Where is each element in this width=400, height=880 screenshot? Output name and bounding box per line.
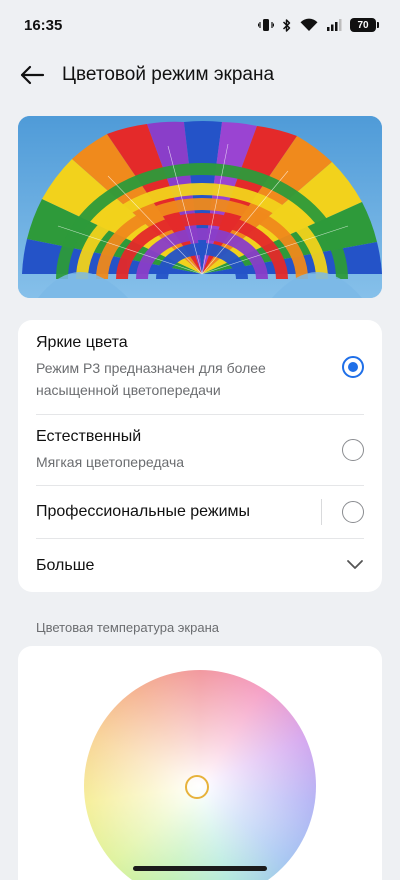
color-wheel-handle[interactable] [185,775,209,799]
mode-title: Профессиональные режимы [36,503,251,520]
vertical-separator [321,499,322,525]
radio-professional[interactable] [342,501,364,523]
mode-subtitle: Мягкая цветопередача [36,454,185,470]
header: Цветовой режим экрана [0,50,400,100]
preview-image [18,116,382,298]
back-arrow-icon [20,65,45,85]
more-label: Больше [36,556,95,574]
back-button[interactable] [18,61,46,89]
mode-title: Яркие цвета [36,334,128,351]
radio-natural[interactable] [342,439,364,461]
status-icons: 70 [258,18,379,33]
home-indicator[interactable] [133,866,267,871]
mode-option-vivid-text: Яркие цвета Режим P3 предназначен для бо… [36,333,342,401]
color-mode-card: Яркие цвета Режим P3 предназначен для бо… [18,320,382,592]
section-label-temperature: Цветовая температура экрана [36,620,219,635]
color-temperature-card [18,646,382,880]
mode-option-natural[interactable]: Естественный Мягкая цветопередача [18,415,382,485]
more-row[interactable]: Больше [18,539,382,592]
radio-vivid[interactable] [342,356,364,378]
signal-icon [326,18,342,32]
status-time: 16:35 [24,16,63,34]
mode-option-natural-text: Естественный Мягкая цветопередача [36,427,342,473]
vibrate-icon [258,18,274,32]
mode-subtitle: Режим P3 предназначен для более насыщенн… [36,360,266,398]
page-title: Цветовой режим экрана [62,64,275,85]
color-wheel[interactable] [84,670,316,880]
mode-option-vivid[interactable]: Яркие цвета Режим P3 предназначен для бо… [18,320,382,414]
mode-title: Естественный [36,428,142,445]
mode-option-professional[interactable]: Профессиональные режимы [18,486,382,538]
status-bar: 16:35 70 [0,0,400,50]
battery-icon: 70 [350,18,379,32]
wifi-icon [300,18,318,32]
more-row-text: Больше [36,556,346,576]
chevron-down-icon [346,557,364,575]
bluetooth-icon [282,18,292,33]
mode-option-professional-text: Профессиональные режимы [36,502,321,522]
